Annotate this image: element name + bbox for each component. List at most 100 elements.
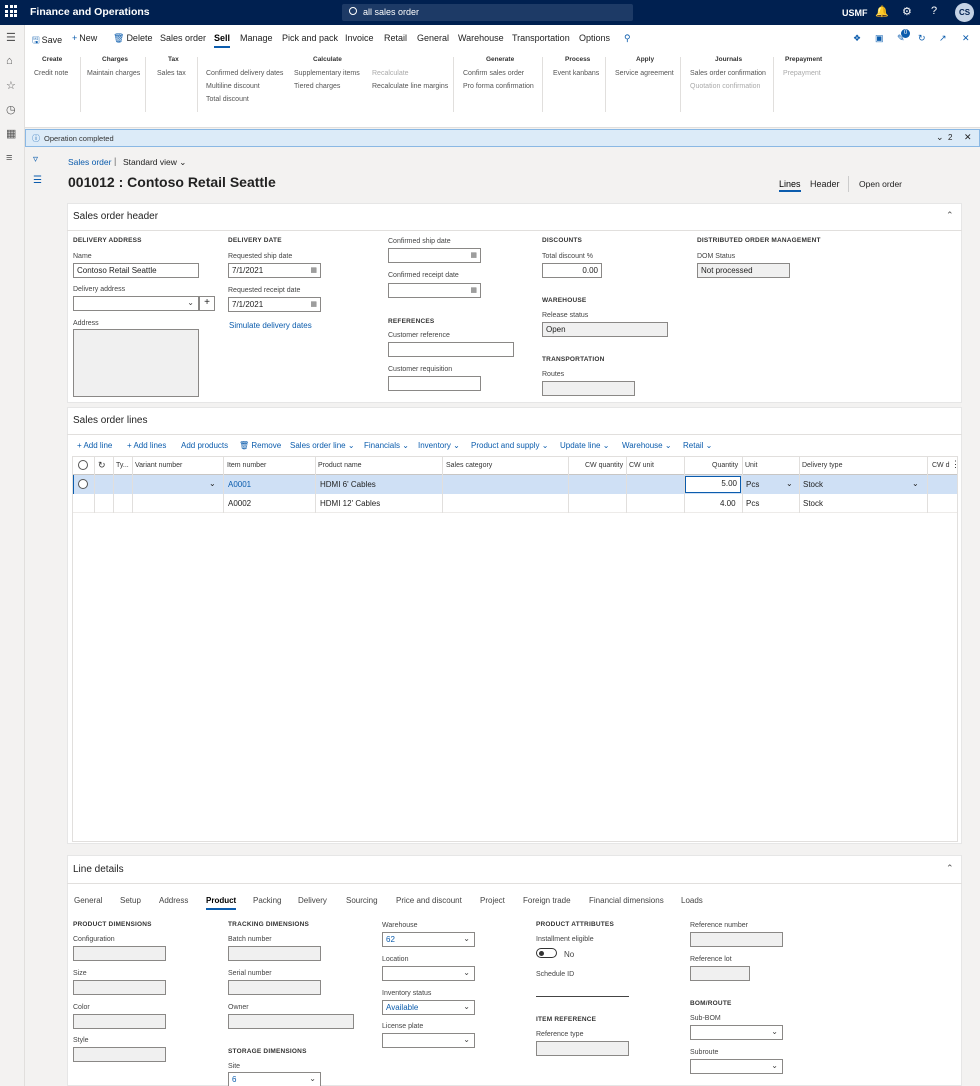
table-row[interactable]	[72, 494, 958, 513]
company-picker[interactable]: USMF	[842, 8, 868, 18]
delete-button[interactable]: 🗑 Delete	[113, 33, 152, 44]
multiline-discount-button[interactable]: Multiline discount	[206, 83, 260, 90]
app-launcher-icon[interactable]	[5, 5, 17, 17]
clock-icon[interactable]: ◷	[6, 103, 16, 116]
search-input[interactable]: all sales order	[363, 7, 419, 17]
site-select[interactable]: 6 ⌄	[228, 1072, 321, 1086]
serial-number-field[interactable]	[228, 980, 321, 995]
inventory-status-select[interactable]: Available ⌄	[382, 1000, 475, 1015]
tab-options[interactable]: Options	[579, 33, 610, 43]
sales-order-line-menu[interactable]: Sales order line ⌄	[290, 441, 355, 450]
confirmed-receipt-date-field[interactable]: ▦	[388, 283, 481, 298]
col-product-name[interactable]: Product name	[318, 462, 362, 469]
confirmed-delivery-dates-button[interactable]: Confirmed delivery dates	[206, 70, 283, 77]
installment-toggle[interactable]	[536, 948, 557, 958]
tab-product[interactable]: Product	[206, 896, 237, 910]
subroute-select[interactable]: ⌄	[690, 1059, 783, 1074]
view-header[interactable]: Header	[810, 179, 840, 189]
recalculate-button[interactable]: Recalculate	[372, 70, 409, 77]
workspace-icon[interactable]: ▦	[6, 127, 16, 140]
delivery-type-cell[interactable]: Stock	[803, 480, 823, 489]
sub-bom-select[interactable]: ⌄	[690, 1025, 783, 1040]
col-quantity[interactable]: Quantity	[712, 462, 738, 469]
address-field[interactable]	[73, 329, 199, 397]
modules-icon[interactable]: ≡	[6, 152, 12, 164]
location-select[interactable]: ⌄	[382, 966, 475, 981]
financials-menu[interactable]: Financials ⌄	[364, 441, 409, 450]
tab-foreign-trade[interactable]: Foreign trade	[523, 896, 571, 905]
star-icon[interactable]: ☆	[6, 79, 16, 92]
inventory-menu[interactable]: Inventory ⌄	[418, 441, 460, 450]
add-line-button[interactable]: + Add line	[77, 441, 112, 450]
size-field[interactable]	[73, 980, 166, 995]
col-variant-number[interactable]: Variant number	[135, 462, 182, 469]
update-line-menu[interactable]: Update line ⌄	[560, 441, 609, 450]
total-discount-field[interactable]: 0.00	[542, 263, 602, 278]
hamburger-icon[interactable]: ☰	[6, 31, 16, 44]
color-field[interactable]	[73, 1014, 166, 1029]
tab-pick-and-pack[interactable]: Pick and pack	[282, 33, 338, 43]
search-actions-icon[interactable]: ⚲	[624, 33, 631, 44]
unit-cell[interactable]: Pcs	[746, 499, 759, 508]
unit-cell[interactable]: Pcs	[746, 480, 759, 489]
requested-receipt-date-field[interactable]: 7/1/2021 ▦	[228, 297, 321, 312]
delivery-address-select[interactable]: ⌄	[73, 296, 199, 311]
calendar-icon[interactable]: ▦	[310, 300, 317, 308]
event-kanbans-button[interactable]: Event kanbans	[553, 70, 599, 77]
style-field[interactable]	[73, 1047, 166, 1062]
collapse-icon[interactable]: ⌃	[946, 210, 954, 221]
col-delivery-type[interactable]: Delivery type	[802, 462, 842, 469]
owner-field[interactable]	[228, 1014, 354, 1029]
tab-delivery[interactable]: Delivery	[298, 896, 327, 905]
configuration-field[interactable]	[73, 946, 166, 961]
close-message-icon[interactable]: ✕	[964, 132, 972, 143]
item-number-cell[interactable]: A0002	[228, 499, 251, 508]
search-box[interactable]: all sales order	[342, 4, 633, 21]
table-row[interactable]	[72, 475, 958, 494]
tab-warehouse[interactable]: Warehouse	[458, 33, 504, 43]
related-info-icon[interactable]: ☰	[33, 175, 42, 186]
col-sales-category[interactable]: Sales category	[446, 462, 492, 469]
item-number-cell[interactable]: A0001	[228, 480, 251, 489]
customer-reference-field[interactable]	[388, 342, 514, 357]
customer-requisition-field[interactable]	[388, 376, 481, 391]
open-order-button[interactable]: Open order	[859, 179, 902, 189]
recalculate-line-margins-button[interactable]: Recalculate line margins	[372, 83, 448, 90]
total-discount-button[interactable]: Total discount	[206, 96, 249, 103]
view-selector[interactable]: Standard view ⌄	[123, 157, 186, 168]
dom-status-field[interactable]: Not processed	[697, 263, 790, 278]
reference-number-field[interactable]	[690, 932, 783, 947]
line-details-title[interactable]: Line details	[73, 864, 124, 875]
close-icon[interactable]: ✕	[962, 33, 970, 44]
confirmed-ship-date-field[interactable]: ▦	[388, 248, 481, 263]
tab-general[interactable]: General	[74, 896, 102, 905]
gear-icon[interactable]: ⚙	[902, 5, 912, 18]
quotation-confirmation-button[interactable]: Quotation confirmation	[690, 83, 760, 90]
tab-project[interactable]: Project	[480, 896, 505, 905]
calendar-icon[interactable]: ▦	[310, 266, 317, 274]
sales-order-confirmation-button[interactable]: Sales order confirmation	[690, 70, 766, 77]
tab-sales-order[interactable]: Sales order	[160, 33, 206, 43]
tab-financial-dimensions[interactable]: Financial dimensions	[589, 896, 664, 905]
col-cw-unit[interactable]: CW unit	[629, 462, 654, 469]
col-item-number[interactable]: Item number	[227, 462, 266, 469]
chevron-down-icon[interactable]: ⌄	[786, 479, 793, 488]
tab-sell[interactable]: Sell	[214, 33, 231, 48]
avatar[interactable]: CS	[955, 3, 974, 22]
release-status-field[interactable]: Open	[542, 322, 668, 337]
retail-menu[interactable]: Retail ⌄	[683, 441, 712, 450]
chevron-down-icon[interactable]: ⌄	[936, 132, 944, 143]
sales-tax-button[interactable]: Sales tax	[157, 70, 186, 77]
tab-manage[interactable]: Manage	[240, 33, 273, 43]
col-unit[interactable]: Unit	[745, 462, 757, 469]
tab-packing[interactable]: Packing	[253, 896, 281, 905]
requested-ship-date-field[interactable]: 7/1/2021 ▦	[228, 263, 321, 278]
warehouse-menu[interactable]: Warehouse ⌄	[622, 441, 672, 450]
bell-icon[interactable]: 🔔	[875, 5, 889, 18]
breadcrumb-sales-order[interactable]: Sales order	[68, 157, 111, 167]
chevron-down-icon[interactable]: ⌄	[912, 479, 919, 488]
tab-loads[interactable]: Loads	[681, 896, 703, 905]
pro-forma-confirmation-button[interactable]: Pro forma confirmation	[463, 83, 534, 90]
remove-button[interactable]: 🗑 Remove	[239, 441, 281, 450]
connect-icon[interactable]: ❖	[853, 33, 861, 44]
